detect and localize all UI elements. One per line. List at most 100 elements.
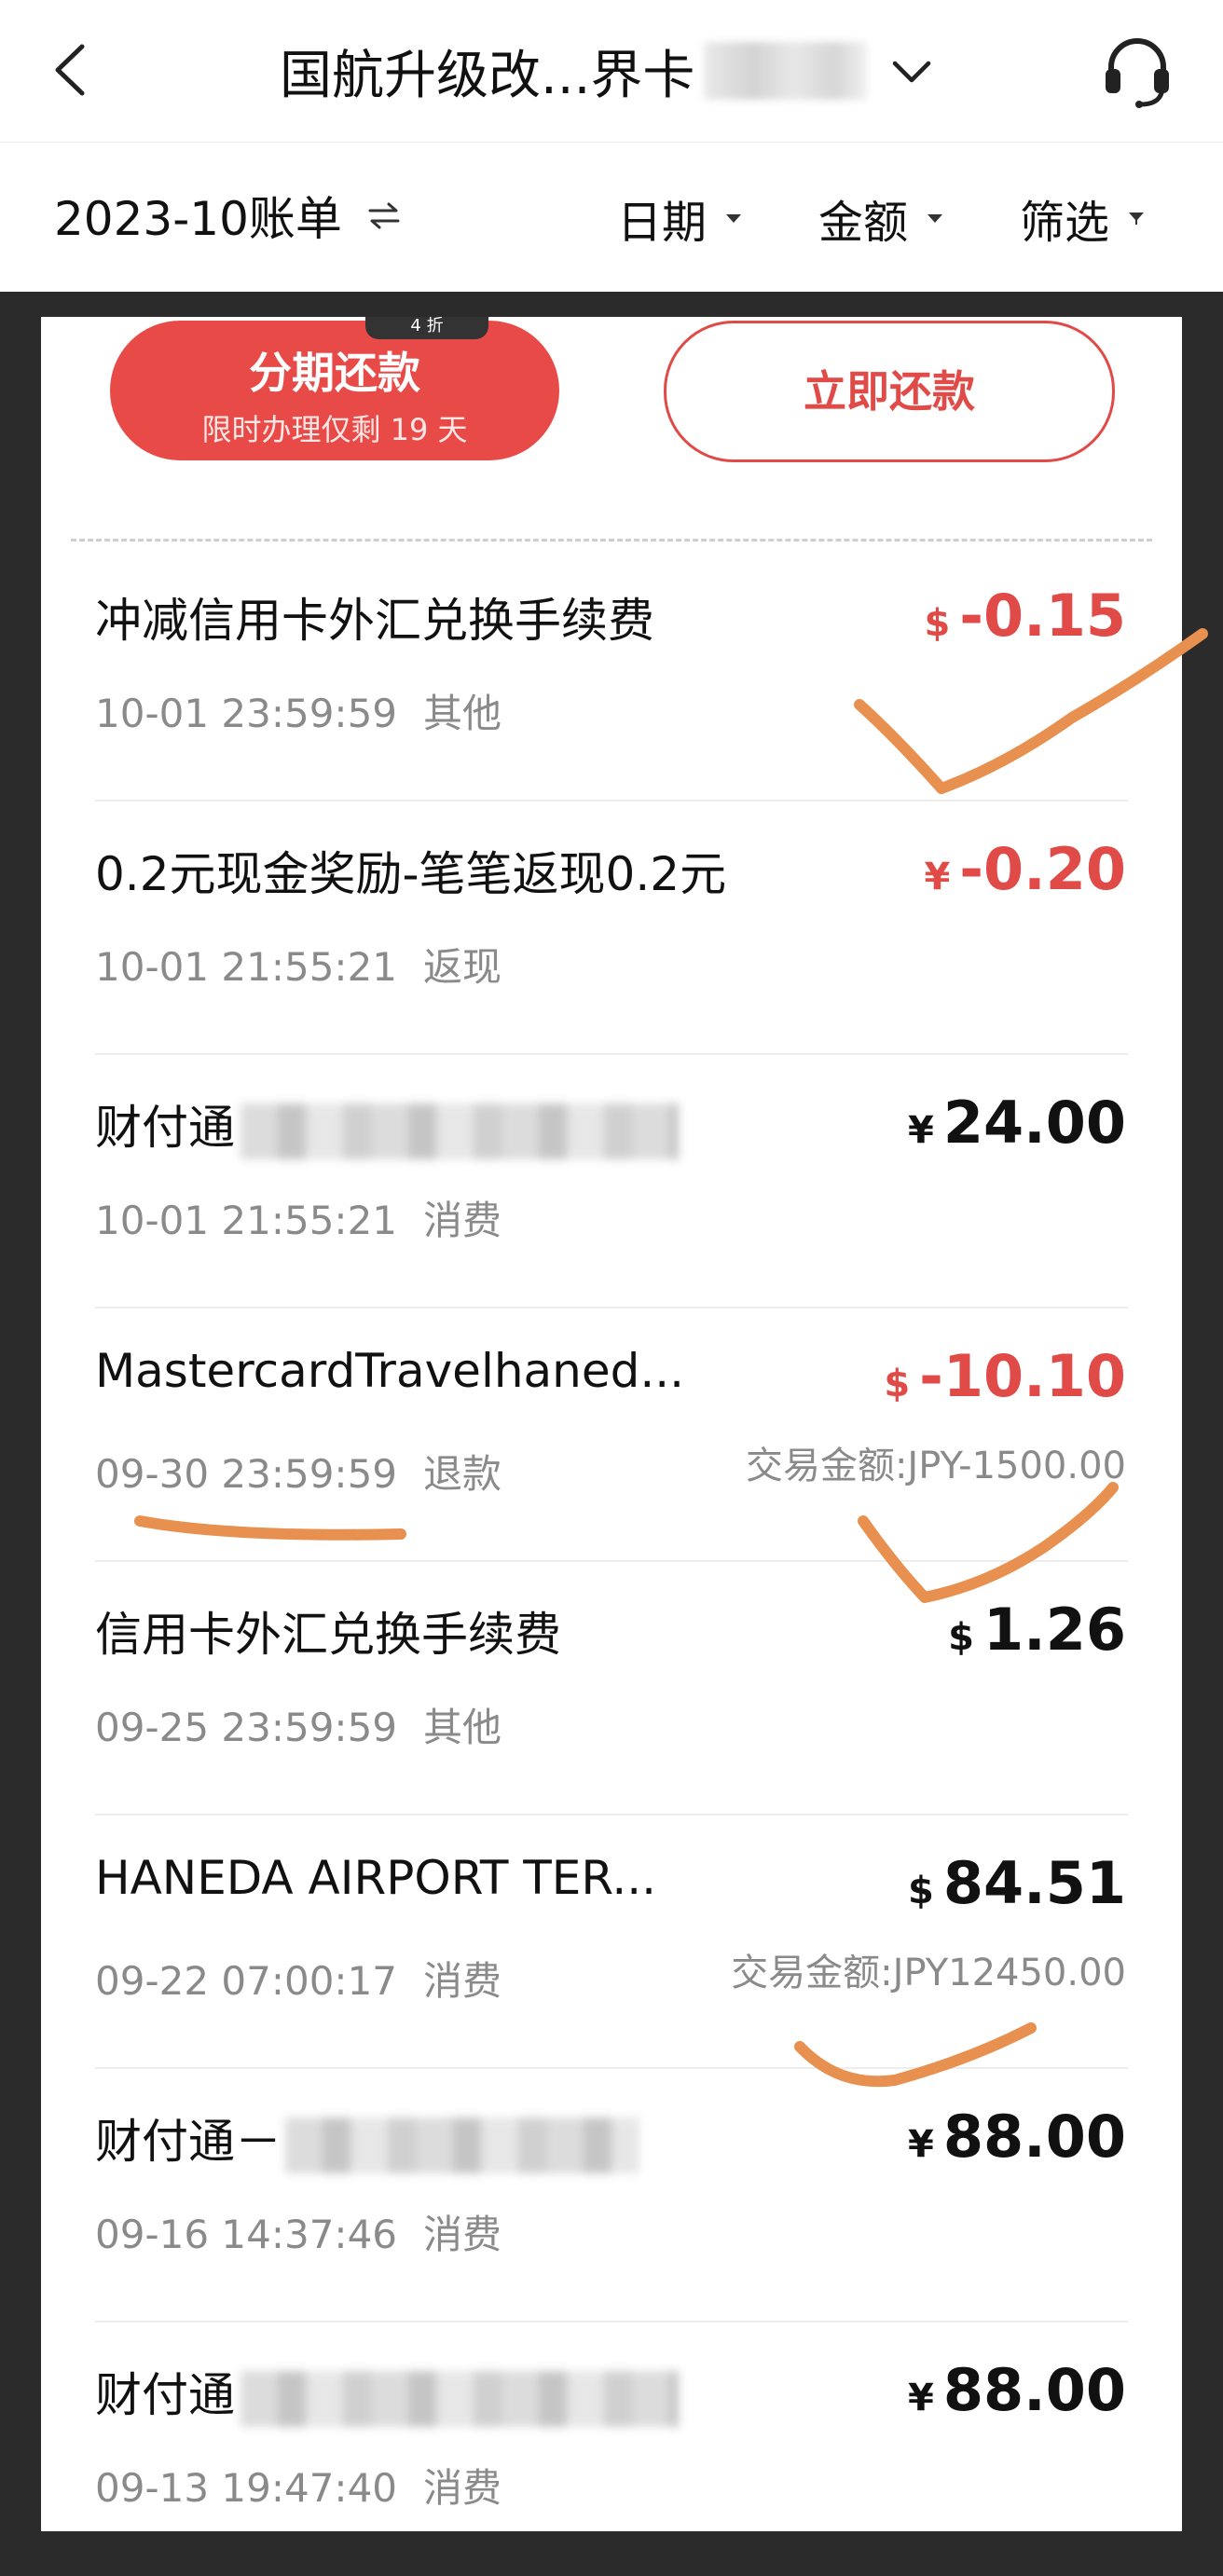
- transaction-description: 冲减信用卡外汇兑换手续费: [95, 594, 654, 648]
- amount-value: 84.51: [942, 1849, 1126, 1917]
- merchant-name: 财付通: [95, 2368, 235, 2422]
- transaction-row[interactable]: 财付通 10-01 21:55:21 消费 ¥24.00: [95, 1055, 1128, 1309]
- currency-symbol: ¥: [908, 1109, 934, 1152]
- transaction-description: 0.2元现金奖励-笔笔返现0.2元: [95, 847, 727, 901]
- transaction-meta: 09-30 23:59:59 退款: [95, 1443, 502, 1500]
- transaction-meta: 10-01 21:55:21 返现: [95, 936, 502, 993]
- transaction-amount: ¥88.00: [908, 2356, 1126, 2424]
- currency-symbol: $: [924, 602, 951, 645]
- amount-value: 88.00: [942, 2103, 1126, 2171]
- page-title: 国航升级改...界卡: [280, 45, 695, 106]
- bill-month-label: 2023-10账单: [54, 192, 342, 246]
- transaction-category: 消费: [423, 2212, 502, 2257]
- redacted-card-suffix: [704, 42, 868, 100]
- transaction-row[interactable]: 财付通－ 09-16 14:37:46 消费 ¥88.00: [95, 2069, 1128, 2323]
- currency-symbol: $: [908, 1870, 934, 1912]
- transaction-time: 09-30 23:59:59: [95, 1451, 398, 1497]
- amount-value: -10.10: [919, 1342, 1126, 1410]
- sort-by-date[interactable]: 日期: [617, 185, 744, 251]
- sort-by-amount[interactable]: 金额: [818, 185, 945, 251]
- transaction-description: 财付通: [95, 1090, 679, 1159]
- transaction-category: 退款: [423, 1451, 502, 1497]
- funnel-icon: [1129, 212, 1145, 225]
- transaction-meta: 10-01 23:59:59 其他: [95, 682, 502, 739]
- transaction-row[interactable]: 冲减信用卡外汇兑换手续费 10-01 23:59:59 其他 $ -0.15: [95, 548, 1128, 802]
- dashed-divider: [71, 539, 1152, 541]
- chevron-down-icon: [893, 61, 931, 83]
- currency-symbol: ¥: [908, 2123, 934, 2166]
- transaction-meta: 09-13 19:47:40 消费: [95, 2457, 502, 2514]
- transaction-row[interactable]: MastercardTravelhaned... 09-30 23:59:59 退…: [95, 1309, 1128, 1562]
- sort-date-label: 日期: [617, 197, 708, 249]
- transaction-row[interactable]: HANEDA AIRPORT TER... 09-22 07:00:17 消费 $…: [95, 1816, 1128, 2069]
- back-button[interactable]: [47, 37, 93, 103]
- transaction-time: 10-01 21:55:21: [95, 1198, 398, 1243]
- transaction-amount: $ -10.10: [884, 1342, 1126, 1410]
- caret-down-icon: [928, 214, 943, 223]
- sort-amount-label: 金额: [818, 197, 909, 249]
- swap-icon: [368, 202, 400, 229]
- transaction-time: 10-01 23:59:59: [95, 691, 398, 736]
- currency-symbol: $: [948, 1616, 975, 1659]
- transaction-description: HANEDA AIRPORT TER...: [95, 1851, 657, 1905]
- transaction-time: 10-01 21:55:21: [95, 944, 398, 990]
- transaction-time: 09-13 19:47:40: [95, 2465, 398, 2511]
- transaction-category: 返现: [423, 944, 502, 990]
- redacted-merchant-detail: [240, 1103, 679, 1159]
- caret-down-icon: [726, 214, 742, 223]
- transaction-meta: 09-22 07:00:17 消费: [95, 1950, 502, 2007]
- currency-symbol: $: [884, 1363, 911, 1405]
- transaction-category: 消费: [423, 1958, 502, 2004]
- currency-symbol: ¥: [924, 856, 951, 898]
- redacted-merchant-detail: [285, 2117, 639, 2173]
- transaction-category: 消费: [423, 1198, 502, 1243]
- bill-month-switch[interactable]: 2023-10账单: [54, 182, 402, 249]
- merchant-name: 财付通－: [95, 2115, 282, 2169]
- installment-label: 分期还款: [249, 348, 420, 398]
- amount-value: 1.26: [983, 1596, 1126, 1664]
- repay-now-button[interactable]: 立即还款: [664, 321, 1115, 462]
- transaction-row[interactable]: 财付通 09-13 19:47:40 消费 ¥88.00: [95, 2323, 1128, 2576]
- merchant-name: 财付通: [95, 1101, 235, 1155]
- transaction-amount: $1.26: [948, 1596, 1126, 1664]
- card-selector[interactable]: 国航升级改...界卡: [280, 32, 934, 110]
- amount-value: -0.15: [959, 582, 1126, 650]
- filter-button[interactable]: 筛选: [1020, 185, 1147, 251]
- transaction-row[interactable]: 0.2元现金奖励-笔笔返现0.2元 10-01 21:55:21 返现 ¥ -0.2…: [95, 802, 1128, 1055]
- transaction-description: MastercardTravelhaned...: [95, 1344, 685, 1398]
- amount-value: 24.00: [942, 1089, 1126, 1157]
- bill-filter-bar: 2023-10账单 日期 金额 筛选: [0, 142, 1223, 292]
- transaction-time: 09-16 14:37:46: [95, 2212, 398, 2257]
- transaction-meta: 09-25 23:59:59 其他: [95, 1696, 502, 1753]
- installment-deadline: 限时办理仅剩 19 天: [201, 412, 468, 447]
- chevron-left-icon: [55, 44, 85, 96]
- transaction-description: 财付通: [95, 2358, 679, 2427]
- discount-badge: 4 折: [365, 317, 488, 339]
- original-trade-amount: 交易金额:JPY-1500.00: [745, 1445, 1126, 1487]
- redacted-merchant-detail: [240, 2370, 679, 2427]
- installment-repay-button[interactable]: 分期还款 限时办理仅剩 19 天: [110, 321, 559, 460]
- amount-value: 88.00: [942, 2356, 1126, 2424]
- transaction-time: 09-22 07:00:17: [95, 1958, 398, 2004]
- transaction-amount: ¥ -0.20: [924, 835, 1126, 903]
- transaction-amount: $ -0.15: [924, 582, 1126, 650]
- transaction-category: 消费: [423, 2465, 502, 2511]
- transaction-meta: 09-16 14:37:46 消费: [95, 2203, 502, 2260]
- original-trade-amount: 交易金额:JPY12450.00: [731, 1952, 1126, 1994]
- transaction-category: 其他: [423, 691, 502, 736]
- customer-service-button[interactable]: [1098, 32, 1176, 110]
- transaction-amount: ¥24.00: [908, 1089, 1126, 1157]
- transaction-amount: ¥88.00: [908, 2103, 1126, 2171]
- transaction-row[interactable]: 信用卡外汇兑换手续费 09-25 23:59:59 其他 $1.26: [95, 1562, 1128, 1816]
- transaction-category: 其他: [423, 1705, 502, 1750]
- filter-label: 筛选: [1020, 197, 1110, 249]
- transaction-meta: 10-01 21:55:21 消费: [95, 1189, 502, 1246]
- transaction-description: 信用卡外汇兑换手续费: [95, 1608, 561, 1662]
- transaction-time: 09-25 23:59:59: [95, 1705, 398, 1750]
- headset-icon: [1106, 38, 1169, 108]
- top-header: 国航升级改...界卡: [0, 0, 1223, 142]
- currency-symbol: ¥: [908, 2377, 934, 2419]
- transaction-amount: $84.51: [908, 1849, 1126, 1917]
- amount-value: -0.20: [959, 835, 1126, 903]
- transaction-description: 财付通－: [95, 2104, 639, 2173]
